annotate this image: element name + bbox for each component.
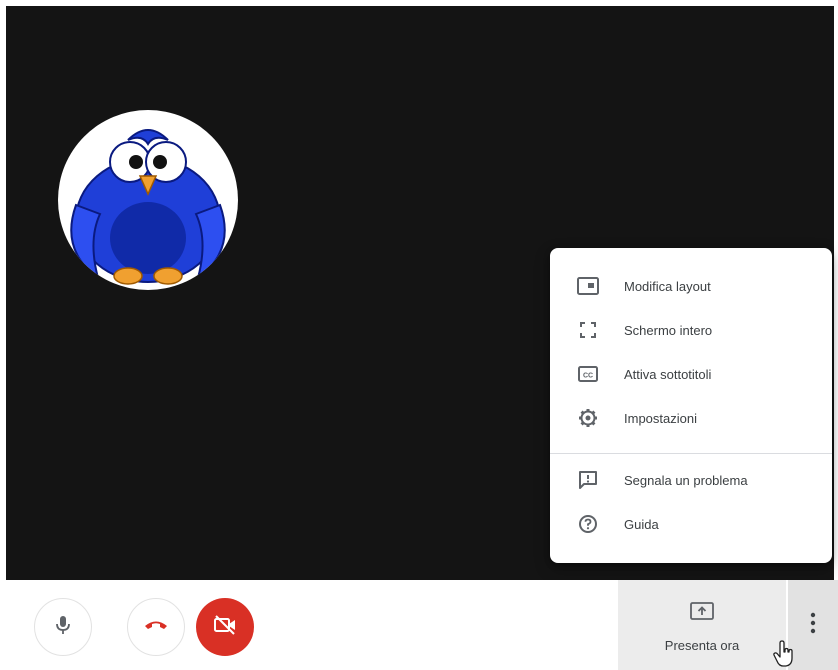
more-options-menu: Modifica layout Schermo intero CC Attiva… — [550, 248, 832, 563]
menu-item-help[interactable]: Guida — [550, 502, 832, 546]
present-now-button[interactable]: Presenta ora — [618, 580, 786, 670]
menu-item-fullscreen[interactable]: Schermo intero — [550, 308, 832, 352]
menu-item-label: Impostazioni — [624, 410, 697, 426]
gear-icon — [576, 406, 600, 430]
call-controls-bar: Presenta ora — [0, 580, 838, 670]
camera-toggle-button[interactable] — [196, 598, 254, 656]
layout-icon — [576, 274, 600, 298]
microphone-icon — [54, 614, 72, 641]
meet-window: Modifica layout Schermo intero CC Attiva… — [0, 0, 838, 670]
menu-divider — [550, 453, 832, 454]
menu-item-captions[interactable]: CC Attiva sottotitoli — [550, 352, 832, 396]
menu-item-label: Attiva sottotitoli — [624, 366, 712, 382]
participant-avatar — [58, 110, 238, 290]
closed-captions-icon: CC — [576, 362, 600, 386]
hand-pointer-cursor-icon — [772, 640, 796, 668]
menu-item-report-problem[interactable]: Segnala un problema — [550, 458, 832, 502]
owl-avatar-image — [70, 129, 226, 285]
present-screen-icon — [690, 602, 714, 622]
menu-item-label: Segnala un problema — [624, 472, 748, 488]
present-now-label: Presenta ora — [664, 638, 740, 653]
menu-item-label: Modifica layout — [624, 278, 711, 294]
help-icon — [576, 512, 600, 536]
menu-item-label: Guida — [624, 516, 659, 532]
menu-item-settings[interactable]: Impostazioni — [550, 396, 832, 440]
more-vert-icon — [810, 612, 816, 634]
report-problem-icon — [576, 468, 600, 492]
hang-up-icon — [143, 618, 169, 637]
menu-item-change-layout[interactable]: Modifica layout — [550, 264, 832, 308]
hang-up-button[interactable] — [127, 598, 185, 656]
microphone-button[interactable] — [34, 598, 92, 656]
svg-text:CC: CC — [583, 373, 593, 380]
menu-item-label: Schermo intero — [624, 322, 713, 338]
fullscreen-icon — [576, 318, 600, 342]
camera-off-icon — [213, 614, 237, 640]
